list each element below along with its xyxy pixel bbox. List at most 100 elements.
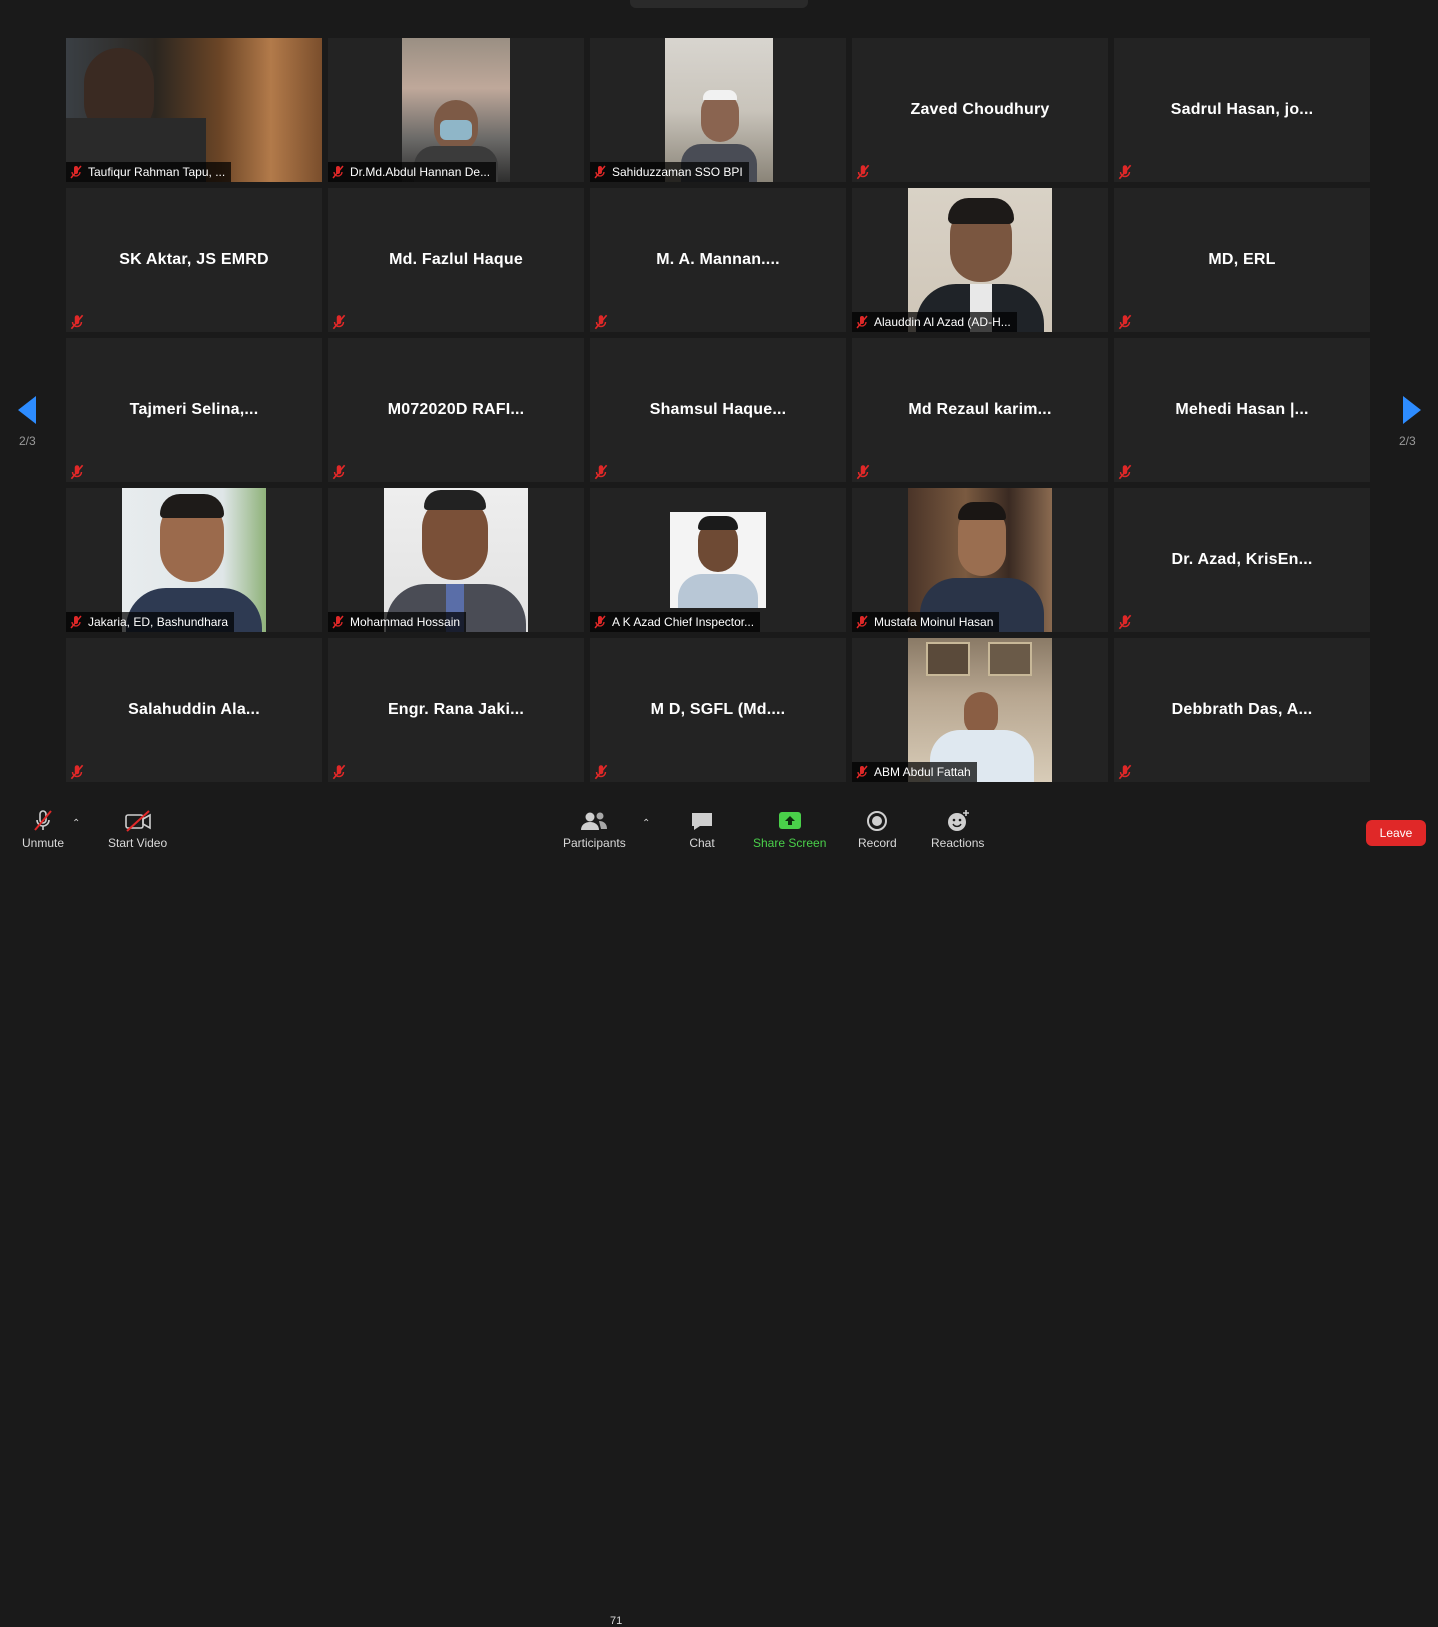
participant-tile[interactable]: Debbrath Das, A...	[1114, 638, 1370, 782]
participant-tile[interactable]: Salahuddin Ala...	[66, 638, 322, 782]
participant-tile[interactable]: Alauddin Al Azad (AD-H...	[852, 188, 1108, 332]
next-page-arrow-icon[interactable]	[1403, 396, 1421, 424]
muted-mic-icon	[70, 615, 82, 629]
participant-name: SK Aktar, JS EMRD	[119, 251, 269, 268]
participant-video	[402, 38, 510, 182]
top-drag-bar[interactable]	[630, 0, 808, 8]
participant-tile[interactable]: SK Aktar, JS EMRD	[66, 188, 322, 332]
share-screen-button[interactable]: Share Screen	[753, 808, 826, 850]
muted-mic-icon	[1118, 764, 1132, 780]
participants-options-chevron-icon[interactable]: ⌃	[642, 818, 650, 829]
participant-name: A K Azad Chief Inspector...	[612, 615, 755, 629]
participant-name: Mustafa Moinul Hasan	[874, 615, 994, 629]
previous-page-arrow-icon[interactable]	[18, 396, 36, 424]
participant-tile[interactable]: M. A. Mannan....	[590, 188, 846, 332]
participant-name: Mehedi Hasan |...	[1175, 401, 1309, 418]
record-label: Record	[858, 836, 897, 850]
participant-video	[66, 38, 322, 182]
muted-mic-icon	[594, 165, 606, 179]
participant-tile[interactable]: Tajmeri Selina,...	[66, 338, 322, 482]
participants-button[interactable]: Participants	[563, 808, 626, 850]
participant-tile[interactable]: Engr. Rana Jaki...	[328, 638, 584, 782]
muted-microphone-icon	[34, 810, 52, 831]
participant-tile[interactable]: MD, ERL	[1114, 188, 1370, 332]
chat-label: Chat	[689, 836, 715, 850]
participant-name: Jakaria, ED, Bashundhara	[88, 615, 229, 629]
participant-video	[908, 188, 1052, 332]
participant-caption: Mohammad Hossain	[328, 612, 467, 632]
participant-tile[interactable]: Mohammad Hossain	[328, 488, 584, 632]
gallery-grid: Taufiqur Rahman Tapu, ... Dr.Md.Abdul Ha…	[66, 38, 1372, 782]
participant-caption: A K Azad Chief Inspector...	[590, 612, 761, 632]
participant-tile[interactable]: Mustafa Moinul Hasan	[852, 488, 1108, 632]
page-indicator-right: 2/3	[1399, 434, 1416, 448]
start-video-label: Start Video	[108, 836, 168, 850]
audio-options-chevron-icon[interactable]: ⌃	[72, 818, 80, 829]
participants-count: 71	[610, 1615, 623, 1627]
muted-mic-icon	[332, 165, 344, 179]
muted-mic-icon	[332, 615, 344, 629]
participant-tile[interactable]: Sadrul Hasan, jo...	[1114, 38, 1370, 182]
participant-name: Mohammad Hossain	[350, 615, 461, 629]
muted-mic-icon	[1118, 164, 1132, 180]
video-off-icon	[124, 810, 151, 832]
record-icon	[867, 811, 888, 831]
participant-video	[908, 638, 1052, 782]
participant-video	[665, 38, 773, 182]
participant-tile[interactable]: Mehedi Hasan |...	[1114, 338, 1370, 482]
participant-tile[interactable]: Dr. Azad, KrisEn...	[1114, 488, 1370, 632]
participant-tile[interactable]: M D, SGFL (Md....	[590, 638, 846, 782]
muted-mic-icon	[594, 464, 608, 480]
reactions-label: Reactions	[931, 836, 985, 850]
unmute-button[interactable]: Unmute	[22, 808, 64, 850]
leave-meeting-button[interactable]: Leave	[1366, 820, 1426, 846]
record-button[interactable]: Record	[858, 808, 897, 850]
participant-tile[interactable]: Dr.Md.Abdul Hannan De...	[328, 38, 584, 182]
muted-mic-icon	[594, 314, 608, 330]
participant-tile[interactable]: A K Azad Chief Inspector...	[590, 488, 846, 632]
participant-caption: Sahiduzzaman SSO BPI	[590, 162, 749, 182]
participant-tile[interactable]: ABM Abdul Fattah	[852, 638, 1108, 782]
participant-tile[interactable]: Zaved Choudhury	[852, 38, 1108, 182]
add-reaction-icon	[947, 810, 969, 831]
participant-name: M072020D RAFI...	[387, 401, 525, 418]
participant-name: Md. Fazlul Haque	[389, 251, 523, 268]
muted-mic-icon	[856, 315, 868, 329]
chat-bubble-icon	[692, 813, 712, 830]
muted-mic-icon	[594, 764, 608, 780]
muted-mic-icon	[856, 765, 868, 779]
participant-video	[670, 512, 766, 608]
chat-button[interactable]: Chat	[685, 808, 719, 850]
muted-mic-icon	[332, 764, 346, 780]
start-video-button[interactable]: Start Video	[108, 808, 167, 850]
participant-name: Debbrath Das, A...	[1171, 701, 1313, 718]
participant-name: MD, ERL	[1208, 251, 1276, 268]
participant-tile[interactable]: Taufiqur Rahman Tapu, ...	[66, 38, 322, 182]
participant-name: Shamsul Haque...	[649, 401, 787, 418]
participant-tile[interactable]: Md Rezaul karim...	[852, 338, 1108, 482]
participant-caption: Dr.Md.Abdul Hannan De...	[328, 162, 497, 182]
participant-tile[interactable]: M072020D RAFI...	[328, 338, 584, 482]
muted-mic-icon	[856, 615, 868, 629]
participant-name: Md Rezaul karim...	[908, 401, 1052, 418]
participant-tile[interactable]: Jakaria, ED, Bashundhara	[66, 488, 322, 632]
share-screen-label: Share Screen	[753, 836, 827, 850]
muted-mic-icon	[70, 165, 82, 179]
participant-tile[interactable]: Shamsul Haque...	[590, 338, 846, 482]
page-indicator-left: 2/3	[19, 434, 36, 448]
unmute-label: Unmute	[22, 836, 65, 850]
reactions-button[interactable]: Reactions	[931, 808, 984, 850]
participant-name: M. A. Mannan....	[656, 251, 780, 268]
share-screen-icon	[778, 812, 801, 829]
participant-name: Tajmeri Selina,...	[129, 401, 259, 418]
participant-caption: Mustafa Moinul Hasan	[852, 612, 1000, 632]
participant-tile[interactable]: Md. Fazlul Haque	[328, 188, 584, 332]
participants-icon	[581, 812, 608, 830]
participant-video	[122, 488, 266, 632]
participant-name: Sahiduzzaman SSO BPI	[612, 165, 743, 179]
muted-mic-icon	[70, 314, 84, 330]
muted-mic-icon	[856, 464, 870, 480]
participant-name: Taufiqur Rahman Tapu, ...	[88, 165, 226, 179]
participant-tile[interactable]: Sahiduzzaman SSO BPI	[590, 38, 846, 182]
participant-video	[384, 488, 528, 632]
